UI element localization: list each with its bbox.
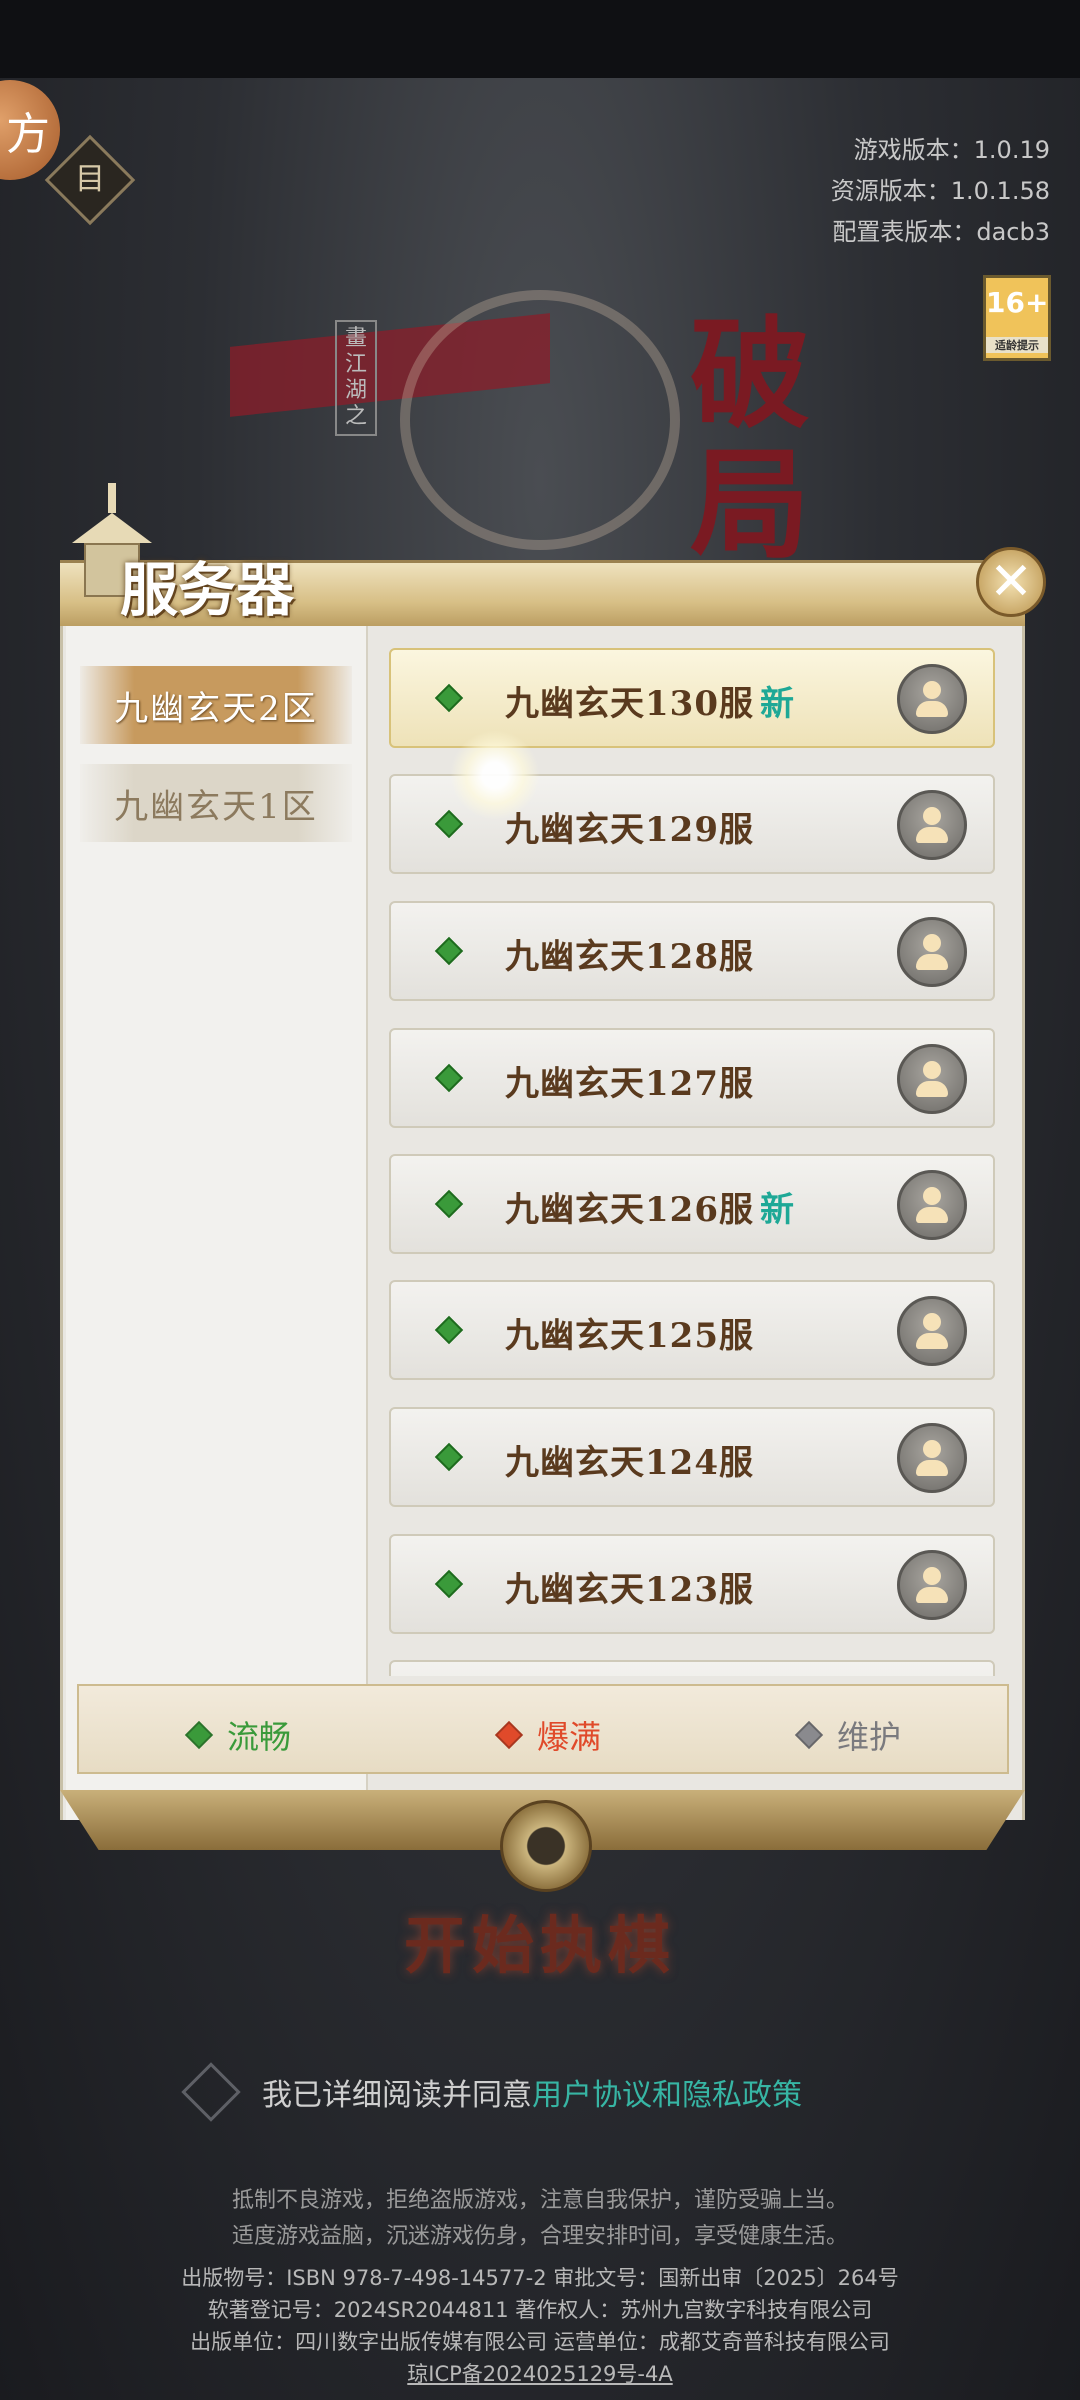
status-smooth-icon xyxy=(434,1315,464,1345)
server-item[interactable]: 九幽玄天127服 xyxy=(389,1028,995,1128)
avatar-icon xyxy=(897,1550,967,1620)
menu-icon: 目 xyxy=(75,162,105,197)
full-diamond-icon xyxy=(494,1720,524,1750)
legend-smooth-label: 流畅 xyxy=(227,1718,292,1756)
corner-badge[interactable]: 方 xyxy=(0,80,60,180)
zone-sidebar: 九幽玄天2区 九幽玄天1区 xyxy=(66,626,368,1820)
status-smooth-icon xyxy=(434,1189,464,1219)
server-name: 九幽玄天126服 xyxy=(505,1190,754,1230)
server-name: 九幽玄天125服 xyxy=(505,1316,754,1356)
menu-button[interactable]: 目 xyxy=(44,134,136,226)
server-item[interactable]: 九幽玄天124服 xyxy=(389,1407,995,1507)
server-item[interactable]: 九幽玄天126服新 xyxy=(389,1154,995,1254)
smooth-diamond-icon xyxy=(184,1720,214,1750)
server-item[interactable]: 九幽玄天123服 xyxy=(389,1534,995,1634)
agreement-link[interactable]: 用户协议和隐私政策 xyxy=(532,2070,802,2114)
age-rating: 16+ xyxy=(986,286,1049,319)
server-name: 九幽玄天128服 xyxy=(505,937,754,977)
logo-title: 破局 xyxy=(690,304,810,575)
resource-version: 资源版本：1.0.1.58 xyxy=(830,177,1050,205)
server-item[interactable]: 九幽玄天128服 xyxy=(389,901,995,1001)
avatar-icon xyxy=(897,790,967,860)
config-version: 配置表版本：dacb3 xyxy=(832,218,1050,246)
status-bar xyxy=(0,0,1080,78)
avatar-icon xyxy=(897,1296,967,1366)
new-tag: 新 xyxy=(759,1190,795,1230)
avatar-icon xyxy=(897,1044,967,1114)
status-smooth-icon xyxy=(434,936,464,966)
avatar-icon xyxy=(897,917,967,987)
logo-ring xyxy=(400,290,680,550)
game-version: 游戏版本：1.0.19 xyxy=(853,136,1050,164)
age-rating-caption: 适龄提示 xyxy=(986,337,1048,353)
legend-full: 爆满 xyxy=(494,1712,602,1758)
close-icon: ✕ xyxy=(989,552,1033,612)
server-name: 九幽玄天129服 xyxy=(505,810,754,850)
medallion-icon xyxy=(500,1800,592,1892)
server-panel: 服务器 ✕ 九幽玄天2区 九幽玄天1区 九幽玄天130服新 九幽玄天129服 九… xyxy=(60,483,1046,1892)
avatar-icon xyxy=(897,664,967,734)
age-rating-badge[interactable]: 16+ 适龄提示 xyxy=(983,275,1051,361)
panel-body: 九幽玄天2区 九幽玄天1区 九幽玄天130服新 九幽玄天129服 九幽玄天128… xyxy=(60,626,1025,1820)
touch-indicator xyxy=(450,730,540,820)
legend-maintenance: 维护 xyxy=(794,1712,902,1758)
game-logo: 畫江湖之 破局 xyxy=(230,290,850,570)
legend-maintenance-label: 维护 xyxy=(837,1718,902,1756)
server-item-partial[interactable] xyxy=(389,1660,995,1676)
maintenance-diamond-icon xyxy=(794,1720,824,1750)
status-smooth-icon xyxy=(434,683,464,713)
legend-full-label: 爆满 xyxy=(537,1718,602,1756)
server-name: 九幽玄天130服 xyxy=(505,684,754,724)
credits-line-1: 出版物号：ISBN 978-7-498-14577-2 审批文号：国新出审〔20… xyxy=(181,2266,899,2290)
agreement-row: 我已详细阅读并同意 用户协议和隐私政策 xyxy=(181,2062,802,2122)
zone-tab-2[interactable]: 九幽玄天2区 xyxy=(80,666,352,744)
status-legend: 流畅 爆满 维护 xyxy=(77,1684,1009,1774)
panel-title: 服务器 xyxy=(120,556,295,624)
health-notice-2: 适度游戏益脑，沉迷游戏伤身，合理安排时间，享受健康生活。 xyxy=(231,2224,848,2249)
close-button[interactable]: ✕ xyxy=(976,547,1046,617)
credits-line-2: 软著登记号：2024SR2044811 著作权人：苏州九宫数字科技有限公司 xyxy=(207,2298,873,2322)
logo-tag: 畫江湖之 xyxy=(335,320,377,436)
status-smooth-icon xyxy=(434,1442,464,1472)
version-info: 游戏版本：1.0.19 资源版本：1.0.1.58 配置表版本：dacb3 xyxy=(831,130,1050,253)
health-notice-1: 抵制不良游戏，拒绝盗版游戏，注意自我保护，谨防受骗上当。 xyxy=(231,2188,848,2213)
zone-tab-1[interactable]: 九幽玄天1区 xyxy=(80,764,352,842)
status-smooth-icon xyxy=(434,1569,464,1599)
avatar-icon xyxy=(897,1423,967,1493)
server-name: 九幽玄天124服 xyxy=(505,1443,754,1483)
new-tag: 新 xyxy=(759,684,795,724)
icp-link[interactable]: 琼ICP备2024025129号-4A xyxy=(0,2358,1080,2388)
server-item[interactable]: 九幽玄天125服 xyxy=(389,1280,995,1380)
agreement-checkbox[interactable] xyxy=(181,2062,241,2122)
server-name: 九幽玄天123服 xyxy=(505,1570,754,1610)
status-smooth-icon xyxy=(434,1063,464,1093)
avatar-icon xyxy=(897,1170,967,1240)
credits-line-3: 出版单位：四川数字出版传媒有限公司 运营单位：成都艾奇普科技有限公司 xyxy=(190,2330,890,2354)
agreement-text: 我已详细阅读并同意 xyxy=(262,2078,532,2113)
panel-header: 服务器 ✕ xyxy=(60,483,1046,629)
legend-smooth: 流畅 xyxy=(184,1712,292,1758)
start-button[interactable]: 开始执棋 xyxy=(360,1890,720,1990)
status-smooth-icon xyxy=(434,809,464,839)
server-name: 九幽玄天127服 xyxy=(505,1064,754,1104)
